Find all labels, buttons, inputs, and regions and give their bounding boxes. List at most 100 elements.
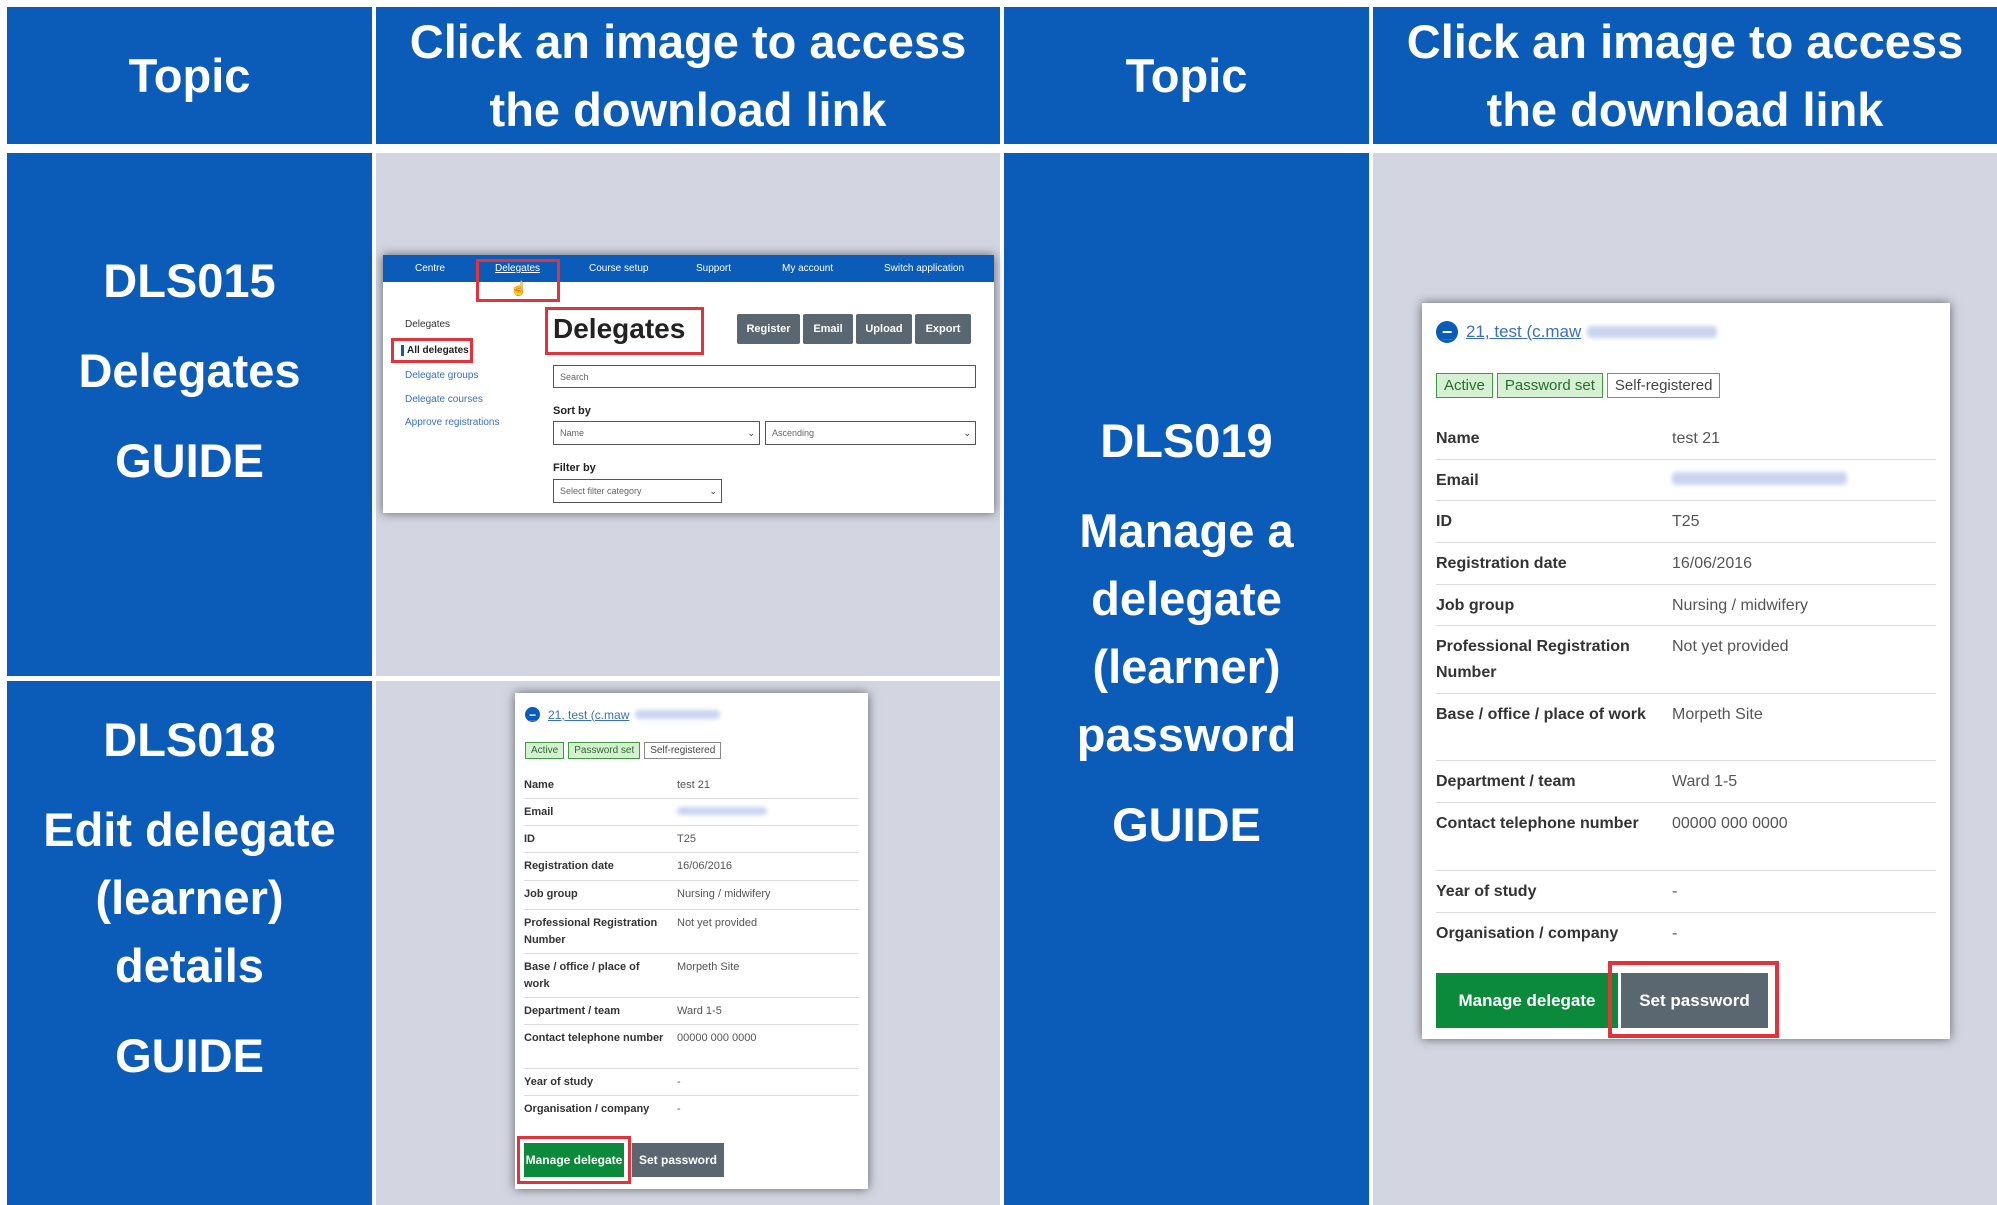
manage-delegate-button: Manage delegate xyxy=(1436,973,1618,1028)
tag-password-set: Password set xyxy=(568,742,641,759)
field-value: 16/06/2016 xyxy=(1672,555,1753,572)
field-value: - xyxy=(1672,925,1678,942)
chevron-down-icon: ⌄ xyxy=(709,485,717,496)
topic-dls015: DLS015 Delegates GUIDE xyxy=(7,153,372,676)
field-value: T25 xyxy=(1672,513,1700,530)
delegates-guide-image-link[interactable]: Centre Delegates Course setup Support My… xyxy=(383,255,994,513)
header-click-right: Click an image to access the download li… xyxy=(1373,7,1997,144)
row-divider xyxy=(1436,693,1936,694)
field-value xyxy=(1672,468,1847,494)
field-value: Morpeth Site xyxy=(677,961,740,973)
side-item-delegate-courses: Delegate courses xyxy=(405,394,483,405)
field-value: 00000 000 0000 xyxy=(1672,815,1788,832)
edit-delegate-guide-image-link[interactable]: − 21, test (c.maw Active Password set Se… xyxy=(515,693,868,1189)
collapse-minus-icon: − xyxy=(1436,321,1458,343)
field-label: Professional Registration Number xyxy=(1436,638,1630,681)
header-click-left-line2: the download link xyxy=(489,82,887,136)
field-label: Name xyxy=(524,779,554,791)
topic-title-line: (learner) xyxy=(1092,640,1281,693)
row-divider xyxy=(1436,584,1936,585)
row-divider xyxy=(1436,625,1936,626)
field-value: Not yet provided xyxy=(1672,638,1789,655)
delegate-name-link: 21, test (c.maw xyxy=(548,707,630,722)
header-click-right-line2: the download link xyxy=(1486,82,1884,136)
row-divider xyxy=(1436,760,1936,761)
field-label: Job group xyxy=(1436,597,1515,614)
topic-title-line: delegate xyxy=(1091,572,1282,625)
row-divider xyxy=(1436,870,1936,871)
delegate-header-link: − 21, test (c.maw xyxy=(1436,321,1718,343)
field-label: Year of study xyxy=(1436,883,1537,900)
row-divider xyxy=(524,1024,859,1025)
topic-guide: GUIDE xyxy=(115,1029,264,1082)
header-topic-left-label: Topic xyxy=(128,48,251,102)
nav-item-my-account: My account xyxy=(782,263,834,274)
topic-code: DLS019 xyxy=(1100,414,1273,467)
topic-dls018: DLS018 Edit delegate (learner) details G… xyxy=(7,681,372,1205)
field-value: 00000 000 0000 xyxy=(677,1032,757,1044)
field-value: Morpeth Site xyxy=(1672,706,1763,723)
field-value: Nursing / midwifery xyxy=(677,888,771,900)
field-label: Professional Registration Number xyxy=(524,917,658,946)
field-label: Email xyxy=(524,806,554,818)
search-input: Search xyxy=(553,365,976,388)
field-value xyxy=(677,804,767,821)
field-value: - xyxy=(1672,883,1678,900)
row-divider xyxy=(524,880,859,881)
delegate-name-link: 21, test (c.maw xyxy=(1466,322,1582,341)
field-value: T25 xyxy=(677,833,696,845)
row-divider xyxy=(524,825,859,826)
row-divider xyxy=(1436,802,1936,803)
field-label: ID xyxy=(1436,513,1452,530)
side-item-delegate-groups: Delegate groups xyxy=(405,370,479,381)
row-divider xyxy=(524,1068,859,1069)
field-label: Organisation / company xyxy=(1436,925,1619,942)
row-divider xyxy=(1436,542,1936,543)
nav-item-switch-application: Switch application xyxy=(884,263,965,274)
field-label: Department / team xyxy=(524,1005,620,1017)
side-item-approve-registrations: Approve registrations xyxy=(405,417,500,428)
field-label: Registration date xyxy=(524,860,614,872)
header-click-right-line1: Click an image to access xyxy=(1406,14,1964,68)
nav-item-course-setup: Course setup xyxy=(589,263,649,274)
topic-code: DLS018 xyxy=(103,713,276,766)
register-button: Register xyxy=(737,314,800,344)
field-value: - xyxy=(677,1103,681,1115)
row-divider xyxy=(524,909,859,910)
header-click-left-line1: Click an image to access xyxy=(409,14,967,68)
field-label: Registration date xyxy=(1436,555,1567,572)
field-value: test 21 xyxy=(677,779,711,791)
chevron-down-icon: ⌄ xyxy=(747,427,755,438)
row-divider xyxy=(524,1095,859,1096)
field-label: Job group xyxy=(524,888,578,900)
field-value: 16/06/2016 xyxy=(677,860,733,872)
topic-guide: GUIDE xyxy=(115,434,264,487)
topic-title-line: (learner) xyxy=(95,871,284,924)
tag-active: Active xyxy=(1436,373,1493,398)
field-label: Base / office / place of work xyxy=(1436,706,1646,723)
status-tags: Active Password set Self-registered xyxy=(525,742,725,759)
header-topic-left: Topic xyxy=(7,7,372,144)
blurred-email xyxy=(677,807,767,815)
blurred-email xyxy=(1672,472,1847,485)
topic-code: DLS015 xyxy=(103,254,276,307)
blurred-email xyxy=(635,710,721,719)
tag-password-set: Password set xyxy=(1496,373,1603,398)
upload-button: Upload xyxy=(856,314,912,344)
filter-select: Select filter category ⌄ xyxy=(553,479,722,503)
row-divider xyxy=(1436,459,1936,460)
collapse-minus-icon: − xyxy=(525,707,540,722)
order-select-value: Ascending xyxy=(772,428,815,438)
export-button: Export xyxy=(915,314,971,344)
manage-password-guide-image-link[interactable]: − 21, test (c.maw Active Password set Se… xyxy=(1422,303,1950,1039)
field-label: Contact telephone number xyxy=(524,1032,664,1044)
field-value: Ward 1-5 xyxy=(1672,773,1738,790)
top-nav-bar: Centre Delegates Course setup Support My… xyxy=(383,255,994,282)
topic-title: Delegates xyxy=(78,344,301,397)
nav-item-support: Support xyxy=(696,263,732,274)
row-divider xyxy=(524,852,859,853)
cursor-hand-icon: ☝ xyxy=(510,280,528,296)
row-divider xyxy=(524,798,859,799)
field-label: Department / team xyxy=(1436,773,1576,790)
row-divider xyxy=(524,953,859,954)
